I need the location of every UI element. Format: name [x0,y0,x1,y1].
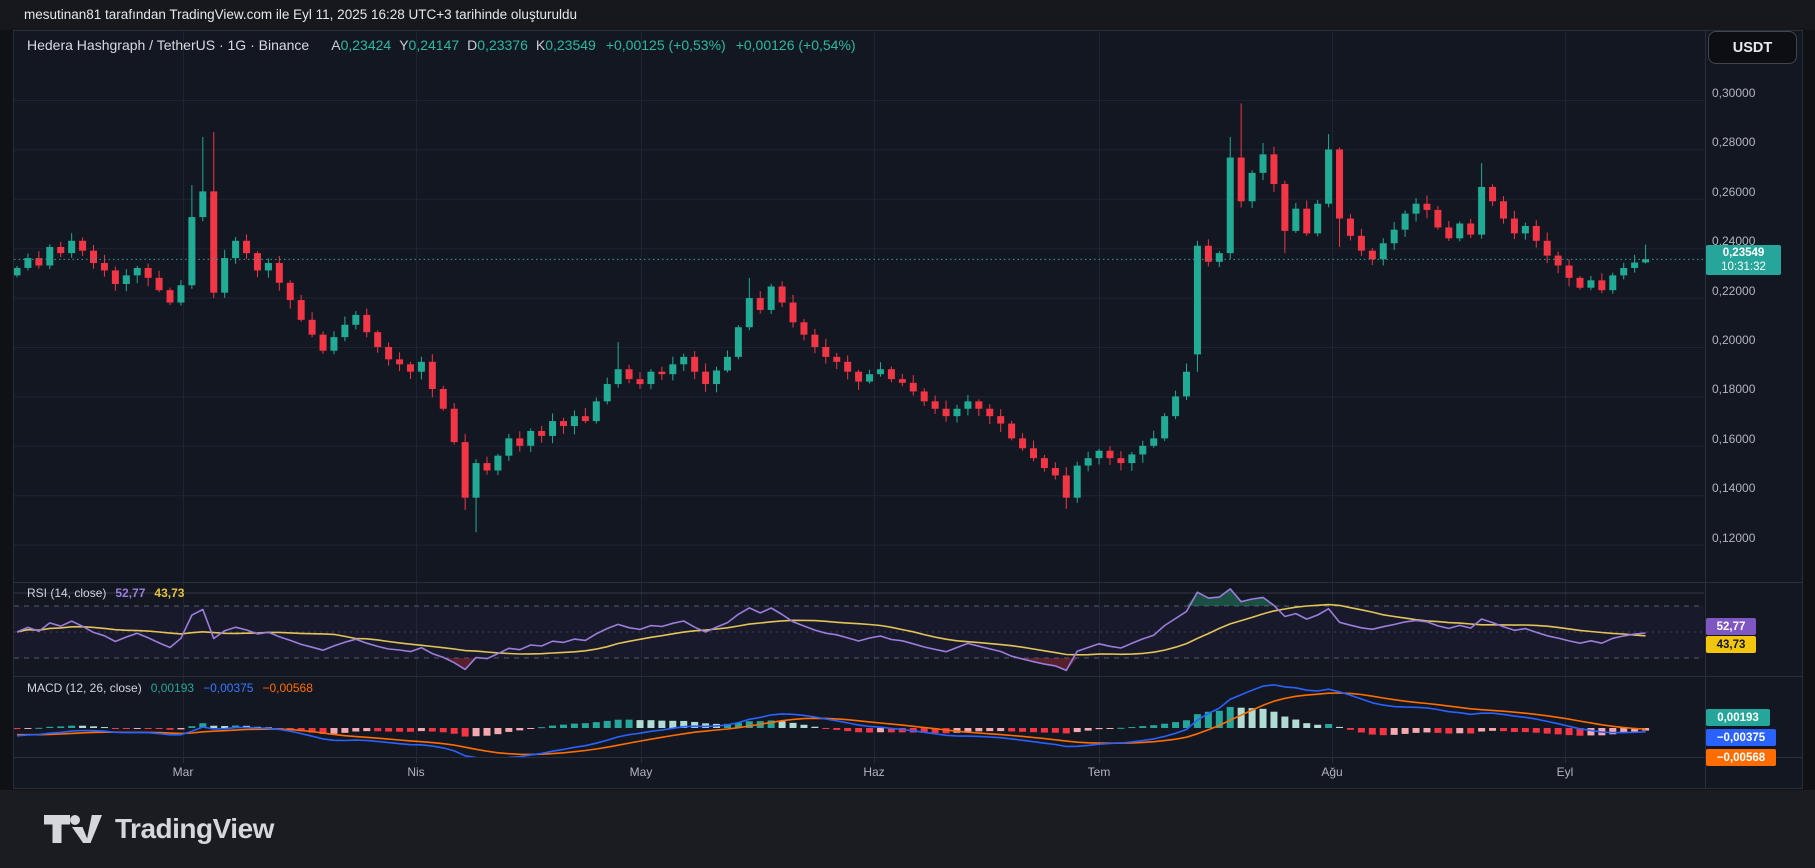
time-axis-month-label: May [630,765,653,779]
price-axis-label: 0,12000 [1712,531,1755,545]
ohlc-label: D [467,37,477,53]
ohlc-value: 0,23424 [341,37,392,53]
ohlc-label: Y [399,37,408,53]
price-axis-label: 0,18000 [1712,382,1755,396]
rsi-legend: RSI (14, close) 52,77 43,73 [27,586,184,600]
change-from-open-value: +0,00126 (+0,54%) [736,37,856,53]
ohlc-value: 0,23376 [477,37,528,53]
price-axis-label: 0,30000 [1712,86,1755,100]
price-axis-label: 0,20000 [1712,333,1755,347]
time-axis-month-label: Mar [173,765,194,779]
change-value: +0,00125 (+0,53%) [606,37,726,53]
macd-line-badge: −0,00375 [1706,729,1776,746]
rsi-ma-value-badge: 43,73 [1706,636,1756,653]
ohlc-label: A [331,37,340,53]
macd-title: MACD (12, 26, close) [27,681,142,695]
macd-legend: MACD (12, 26, close) 0,00193 −0,00375 −0,00… [27,681,313,695]
rsi-title: RSI (14, close) [27,586,106,600]
symbol-title: Hedera Hashgraph / TetherUS · 1G · Binan… [27,37,309,53]
price-axis-label: 0,28000 [1712,135,1755,149]
time-axis-month-label: Haz [863,765,884,779]
macd-hist-value: 0,00193 [151,681,194,695]
rsi-ma-value: 43,73 [154,586,184,600]
time-axis-month-label: Eyl [1557,765,1574,779]
chart-legend: Hedera Hashgraph / TetherUS · 1G · Binan… [27,37,856,53]
rsi-value: 52,77 [115,586,145,600]
ohlc-label: K [536,37,545,53]
page: mesutinan81 tarafından TradingView.com i… [0,0,1815,868]
price-axis-label: 0,22000 [1712,284,1755,298]
price-axis-label: 0,26000 [1712,185,1755,199]
macd-signal-value: −0,00568 [262,681,312,695]
bar-countdown: 10:31:32 [1721,260,1766,274]
rsi-value-badge: 52,77 [1706,618,1756,635]
macd-hist-badge: 0,00193 [1706,709,1770,726]
time-axis-month-label: Nis [407,765,424,779]
time-axis[interactable]: Mar Nis May Haz Tem Ağu Eyl [13,758,1705,789]
macd-signal-badge: −0,00568 [1706,749,1776,766]
macd-line-value: −0,00375 [203,681,253,695]
ohlc-values: A0,23424 Y0,24147 D0,23376 K0,23549 [323,37,596,53]
last-price-value: 0,23549 [1723,246,1765,260]
time-axis-month-label: Ağu [1321,765,1342,779]
ohlc-value: 0,24147 [409,37,460,53]
price-axis-label: 0,16000 [1712,432,1755,446]
ohlc-value: 0,23549 [545,37,596,53]
last-price-badge: 0,23549 10:31:32 [1706,245,1781,275]
price-axis-label: 0,14000 [1712,481,1755,495]
time-axis-month-label: Tem [1088,765,1111,779]
chart-canvas[interactable] [0,0,1815,868]
